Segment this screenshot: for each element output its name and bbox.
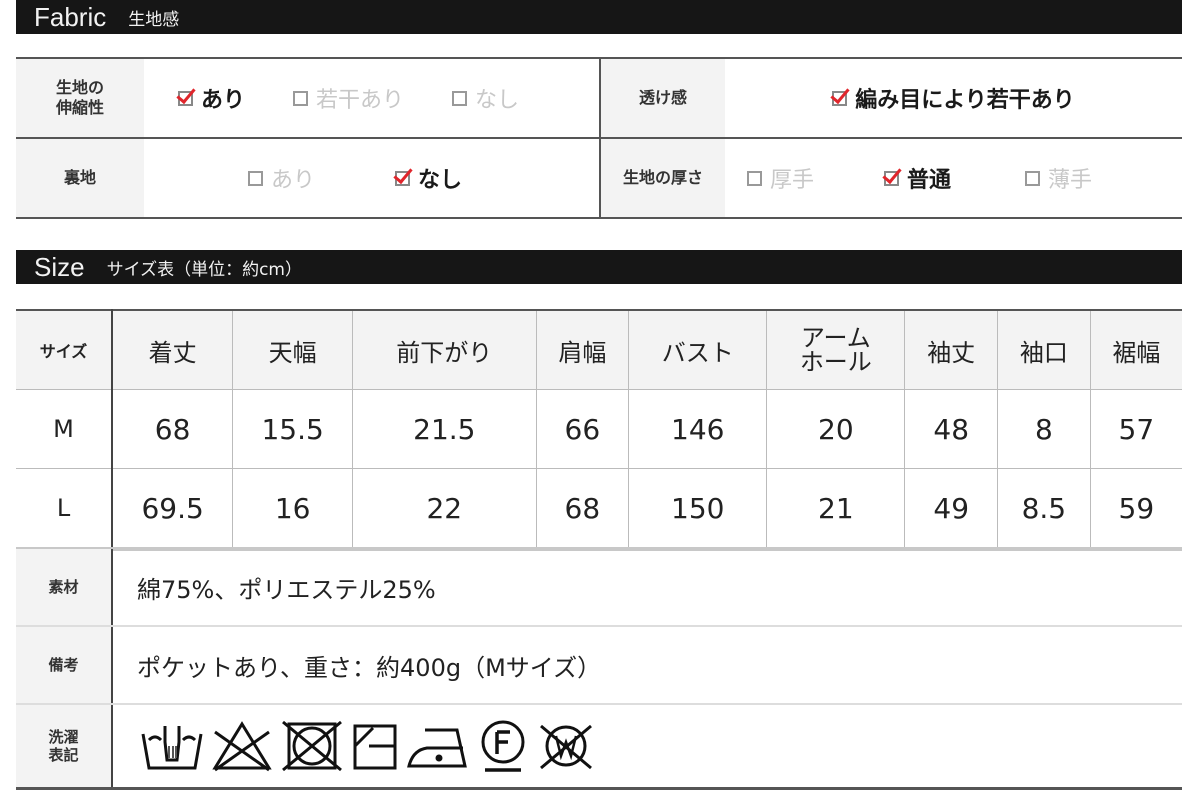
table-cell: 49 — [904, 468, 998, 551]
stretch-options: あり 若干あり なし — [144, 59, 599, 137]
table-cell: 150 — [628, 468, 767, 551]
no-bleach-icon — [212, 721, 272, 772]
lining-option-no[interactable]: なし — [395, 162, 462, 194]
column-header-front-drop: 前下がり — [352, 310, 537, 390]
checked-checkbox-icon — [178, 90, 193, 106]
table-cell: 68 — [535, 468, 629, 551]
table-cell: 69.5 — [111, 468, 233, 551]
lining-label: 裏地 — [16, 139, 144, 217]
unchecked-checkbox-icon — [293, 90, 309, 106]
care-icons — [113, 705, 595, 787]
unchecked-checkbox-icon — [452, 90, 468, 106]
size-label: L — [16, 468, 113, 551]
checked-checkbox-icon — [884, 170, 900, 186]
lining-options: あり なし — [144, 139, 599, 217]
checked-checkbox-icon — [832, 90, 848, 106]
size-table: サイズ 着丈 天幅 前下がり 肩幅 バスト アーム ホール 袖丈 袖口 裾幅 M… — [16, 309, 1182, 551]
table-cell: 57 — [1089, 389, 1182, 469]
option-label: 厚手 — [770, 168, 815, 193]
dry-clean-f-icon — [481, 720, 525, 772]
option-label: 若干あり — [316, 88, 405, 113]
stretch-option-yes[interactable]: あり — [178, 82, 245, 114]
stretch-option-slight[interactable]: 若干あり — [293, 82, 404, 114]
table-cell: 146 — [628, 389, 767, 469]
column-header-shoulder: 肩幅 — [535, 310, 629, 390]
fabric-row: 裏地 あり なし 生地の厚さ 厚手 普通 薄手 — [16, 139, 1182, 217]
fabric-section-header: Fabric 生地感 — [16, 0, 1182, 34]
size-table-header-row: サイズ 着丈 天幅 前下がり 肩幅 バスト アーム ホール 袖丈 袖口 裾幅 — [16, 310, 1182, 390]
notes-value: ポケットあり、重さ：約400g（Mサイズ） — [137, 653, 602, 682]
size-label: M — [16, 389, 113, 469]
option-label: 薄手 — [1048, 168, 1093, 193]
iron-low-icon — [407, 728, 467, 768]
column-header-bust: バスト — [628, 310, 767, 390]
table-cell: 21.5 — [352, 389, 537, 469]
column-header-neck-width: 天幅 — [232, 310, 353, 390]
notes-label: 備考 — [16, 627, 113, 703]
table-row: L 69.5 16 22 68 150 21 49 8.5 59 — [16, 468, 1182, 551]
column-header-hem-width: 裾幅 — [1089, 310, 1182, 390]
fabric-table: 生地の 伸縮性 あり 若干あり なし 透け感 編み目により若干あり 裏地 あり … — [16, 57, 1182, 219]
size-title-en: Size — [34, 251, 85, 282]
option-label: なし — [418, 168, 463, 193]
option-label: 編み目により若干あり — [855, 88, 1075, 113]
fabric-title-en: Fabric — [34, 1, 107, 32]
unchecked-checkbox-icon — [248, 170, 263, 186]
column-header-sleeve-length: 袖丈 — [904, 310, 998, 390]
size-section-header: Size サイズ表（単位：約cm） — [16, 250, 1182, 284]
thickness-option-thick[interactable]: 厚手 — [747, 162, 814, 194]
size-title-jp: サイズ表（単位：約cm） — [106, 259, 302, 280]
hand-wash-icon — [141, 726, 203, 770]
column-header-cuff: 袖口 — [997, 310, 1091, 390]
option-label: 普通 — [907, 168, 952, 193]
column-header-length: 着丈 — [111, 310, 233, 390]
option-label: あり — [271, 168, 316, 193]
option-label: あり — [201, 88, 246, 113]
table-cell: 20 — [766, 389, 905, 469]
material-row: 素材 綿75%、ポリエステル25% — [16, 549, 1182, 627]
table-cell: 16 — [232, 468, 353, 551]
table-cell: 66 — [535, 389, 629, 469]
checked-checkbox-icon — [395, 170, 411, 186]
table-row: M 68 15.5 21.5 66 146 20 48 8 57 — [16, 389, 1182, 469]
fabric-row: 生地の 伸縮性 あり 若干あり なし 透け感 編み目により若干あり — [16, 59, 1182, 139]
line-dry-shade-icon — [353, 724, 397, 770]
care-label: 洗濯 表記 — [16, 705, 113, 787]
stretch-option-no[interactable]: なし — [452, 82, 519, 114]
thickness-option-thin[interactable]: 薄手 — [1025, 162, 1092, 194]
sheerness-label: 透け感 — [601, 59, 725, 137]
table-cell: 48 — [904, 389, 998, 469]
product-info-table: 素材 綿75%、ポリエステル25% 備考 ポケットあり、重さ：約400g（Mサイ… — [16, 549, 1182, 790]
fabric-title-jp: 生地感 — [128, 9, 180, 30]
table-cell: 8 — [997, 389, 1091, 469]
lining-option-yes[interactable]: あり — [248, 162, 315, 194]
material-label: 素材 — [16, 549, 113, 625]
sheerness-options: 編み目により若干あり — [725, 59, 1182, 137]
unchecked-checkbox-icon — [1025, 170, 1041, 186]
no-wet-clean-icon — [540, 724, 592, 770]
table-cell: 21 — [766, 468, 905, 551]
column-header-armhole: アーム ホール — [766, 310, 905, 390]
thickness-options: 厚手 普通 薄手 — [725, 139, 1182, 217]
care-row: 洗濯 表記 — [16, 705, 1182, 787]
no-tumble-dry-icon — [282, 720, 342, 772]
stretch-label: 生地の 伸縮性 — [16, 59, 144, 137]
thickness-option-normal[interactable]: 普通 — [884, 162, 951, 194]
size-column-header: サイズ — [16, 310, 113, 390]
table-cell: 68 — [111, 389, 233, 469]
material-value: 綿75%、ポリエステル25% — [137, 575, 436, 604]
sheerness-option-slight-by-knit[interactable]: 編み目により若干あり — [832, 82, 1075, 114]
option-label: なし — [475, 88, 520, 113]
table-cell: 15.5 — [232, 389, 353, 469]
table-cell: 8.5 — [997, 468, 1091, 551]
table-cell: 22 — [352, 468, 537, 551]
notes-row: 備考 ポケットあり、重さ：約400g（Mサイズ） — [16, 627, 1182, 705]
thickness-label: 生地の厚さ — [601, 139, 725, 217]
table-cell: 59 — [1089, 468, 1182, 551]
unchecked-checkbox-icon — [747, 170, 762, 186]
